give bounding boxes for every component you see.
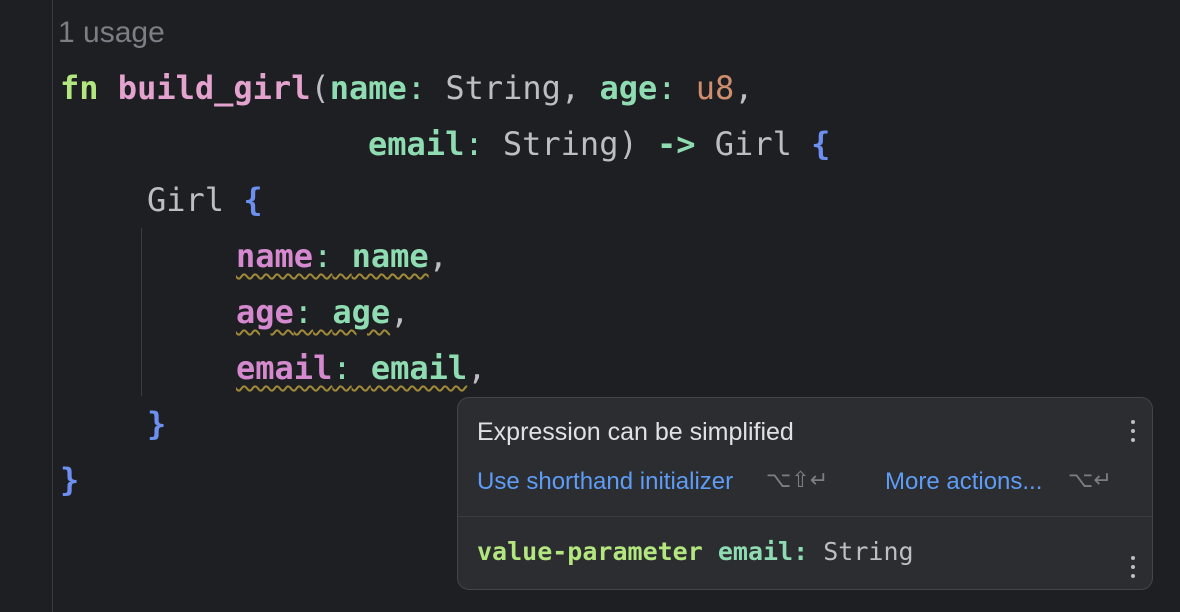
comma: , <box>390 293 410 331</box>
param-colon: : <box>464 125 484 163</box>
inspection-popup[interactable]: Expression can be simplified Use shortha… <box>457 397 1153 590</box>
code-line-3[interactable]: Girl { <box>147 172 263 228</box>
field-value[interactable]: age <box>332 293 390 331</box>
param-email[interactable]: email <box>368 125 464 163</box>
doc-param-name: email <box>717 537 794 566</box>
field-line-email[interactable]: email: email, <box>236 340 486 396</box>
comma: , <box>734 69 754 107</box>
popup-documentation: value-parameter email: String <box>477 537 914 566</box>
param-type[interactable]: String <box>445 69 561 107</box>
comma: , <box>467 349 487 387</box>
field-name[interactable]: email <box>236 349 332 387</box>
field-colon: : <box>313 237 333 275</box>
function-name[interactable]: build_girl <box>118 69 311 107</box>
field-name[interactable]: name <box>236 237 313 275</box>
field-colon: : <box>293 293 314 331</box>
return-type[interactable]: Girl <box>715 125 792 163</box>
close-paren: ) <box>618 125 638 163</box>
indent-guide <box>141 228 142 396</box>
more-options-icon[interactable] <box>1130 556 1136 578</box>
code-line-inner-close[interactable]: } <box>147 396 166 452</box>
code-line-outer-close[interactable]: } <box>60 452 79 508</box>
open-paren: ( <box>310 69 330 107</box>
code-editor[interactable]: 1 usage fn build_girl(name: String, age:… <box>0 0 1180 612</box>
field-value[interactable]: name <box>352 237 429 275</box>
shortcut-hint: ⌥↵ <box>1068 468 1112 493</box>
field-value[interactable]: email <box>371 349 467 387</box>
popup-title: Expression can be simplified <box>477 418 794 446</box>
use-shorthand-initializer-link[interactable]: Use shorthand initializer <box>477 468 733 496</box>
usage-hint[interactable]: 1 usage <box>58 14 165 52</box>
doc-colon: : <box>793 537 809 566</box>
doc-keyword: value-parameter <box>477 537 703 566</box>
open-brace: { <box>811 125 831 163</box>
code-line-2[interactable]: email: String) -> Girl { <box>368 116 830 172</box>
param-name[interactable]: name <box>330 69 407 107</box>
field-name[interactable]: age <box>236 293 294 331</box>
doc-type: String <box>823 537 914 566</box>
code-line-1[interactable]: fn build_girl(name: String, age: u8, <box>60 60 754 116</box>
return-arrow: -> <box>656 125 696 163</box>
param-type[interactable]: String <box>503 125 619 163</box>
comma: , <box>560 69 581 107</box>
comma: , <box>428 237 448 275</box>
popup-divider <box>458 516 1152 517</box>
open-brace: { <box>243 181 263 219</box>
field-colon: : <box>332 349 352 387</box>
param-colon: : <box>657 69 677 107</box>
keyword-fn: fn <box>60 69 99 107</box>
more-options-icon[interactable] <box>1130 420 1136 442</box>
close-brace: } <box>60 461 80 499</box>
struct-name[interactable]: Girl <box>147 181 224 219</box>
field-line-name[interactable]: name: name, <box>236 228 448 284</box>
shortcut-hint: ⌥⇧↵ <box>766 468 829 493</box>
more-actions-link[interactable]: More actions... <box>885 468 1042 496</box>
param-colon: : <box>406 69 427 107</box>
param-type[interactable]: u8 <box>696 69 735 107</box>
gutter-divider <box>52 0 53 612</box>
param-age[interactable]: age <box>599 69 657 107</box>
close-brace: } <box>147 405 167 443</box>
field-line-age[interactable]: age: age, <box>236 284 409 340</box>
